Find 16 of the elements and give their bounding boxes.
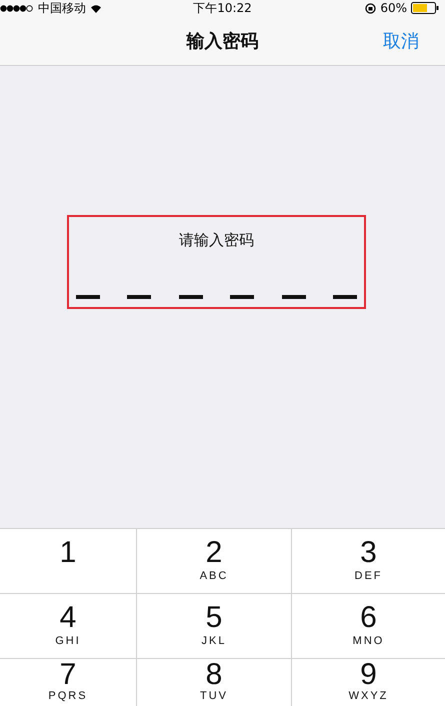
status-time: 下午10:22 [193, 0, 252, 16]
keypad-key[interactable]: 2 ABC [137, 528, 292, 593]
battery-icon [411, 2, 439, 14]
battery-percent: 60% [380, 1, 407, 15]
keypad-key[interactable]: 8 TUV [137, 658, 292, 706]
carrier-name: 中国移动 [38, 0, 86, 16]
keypad-key[interactable]: 7 PQRS [0, 658, 137, 706]
keypad-key[interactable]: 5 JKL [137, 593, 292, 658]
cancel-button[interactable]: 取消 [383, 28, 419, 52]
wifi-icon [90, 4, 102, 12]
nav-title: 输入密码 [186, 30, 258, 52]
rotation-lock-icon [365, 2, 376, 14]
keypad-key[interactable]: 4 GHI [0, 593, 137, 658]
passcode-prompt: 请输入密码 [179, 231, 254, 250]
keypad-key[interactable]: 1 [0, 528, 137, 593]
signal-icon [0, 4, 34, 12]
